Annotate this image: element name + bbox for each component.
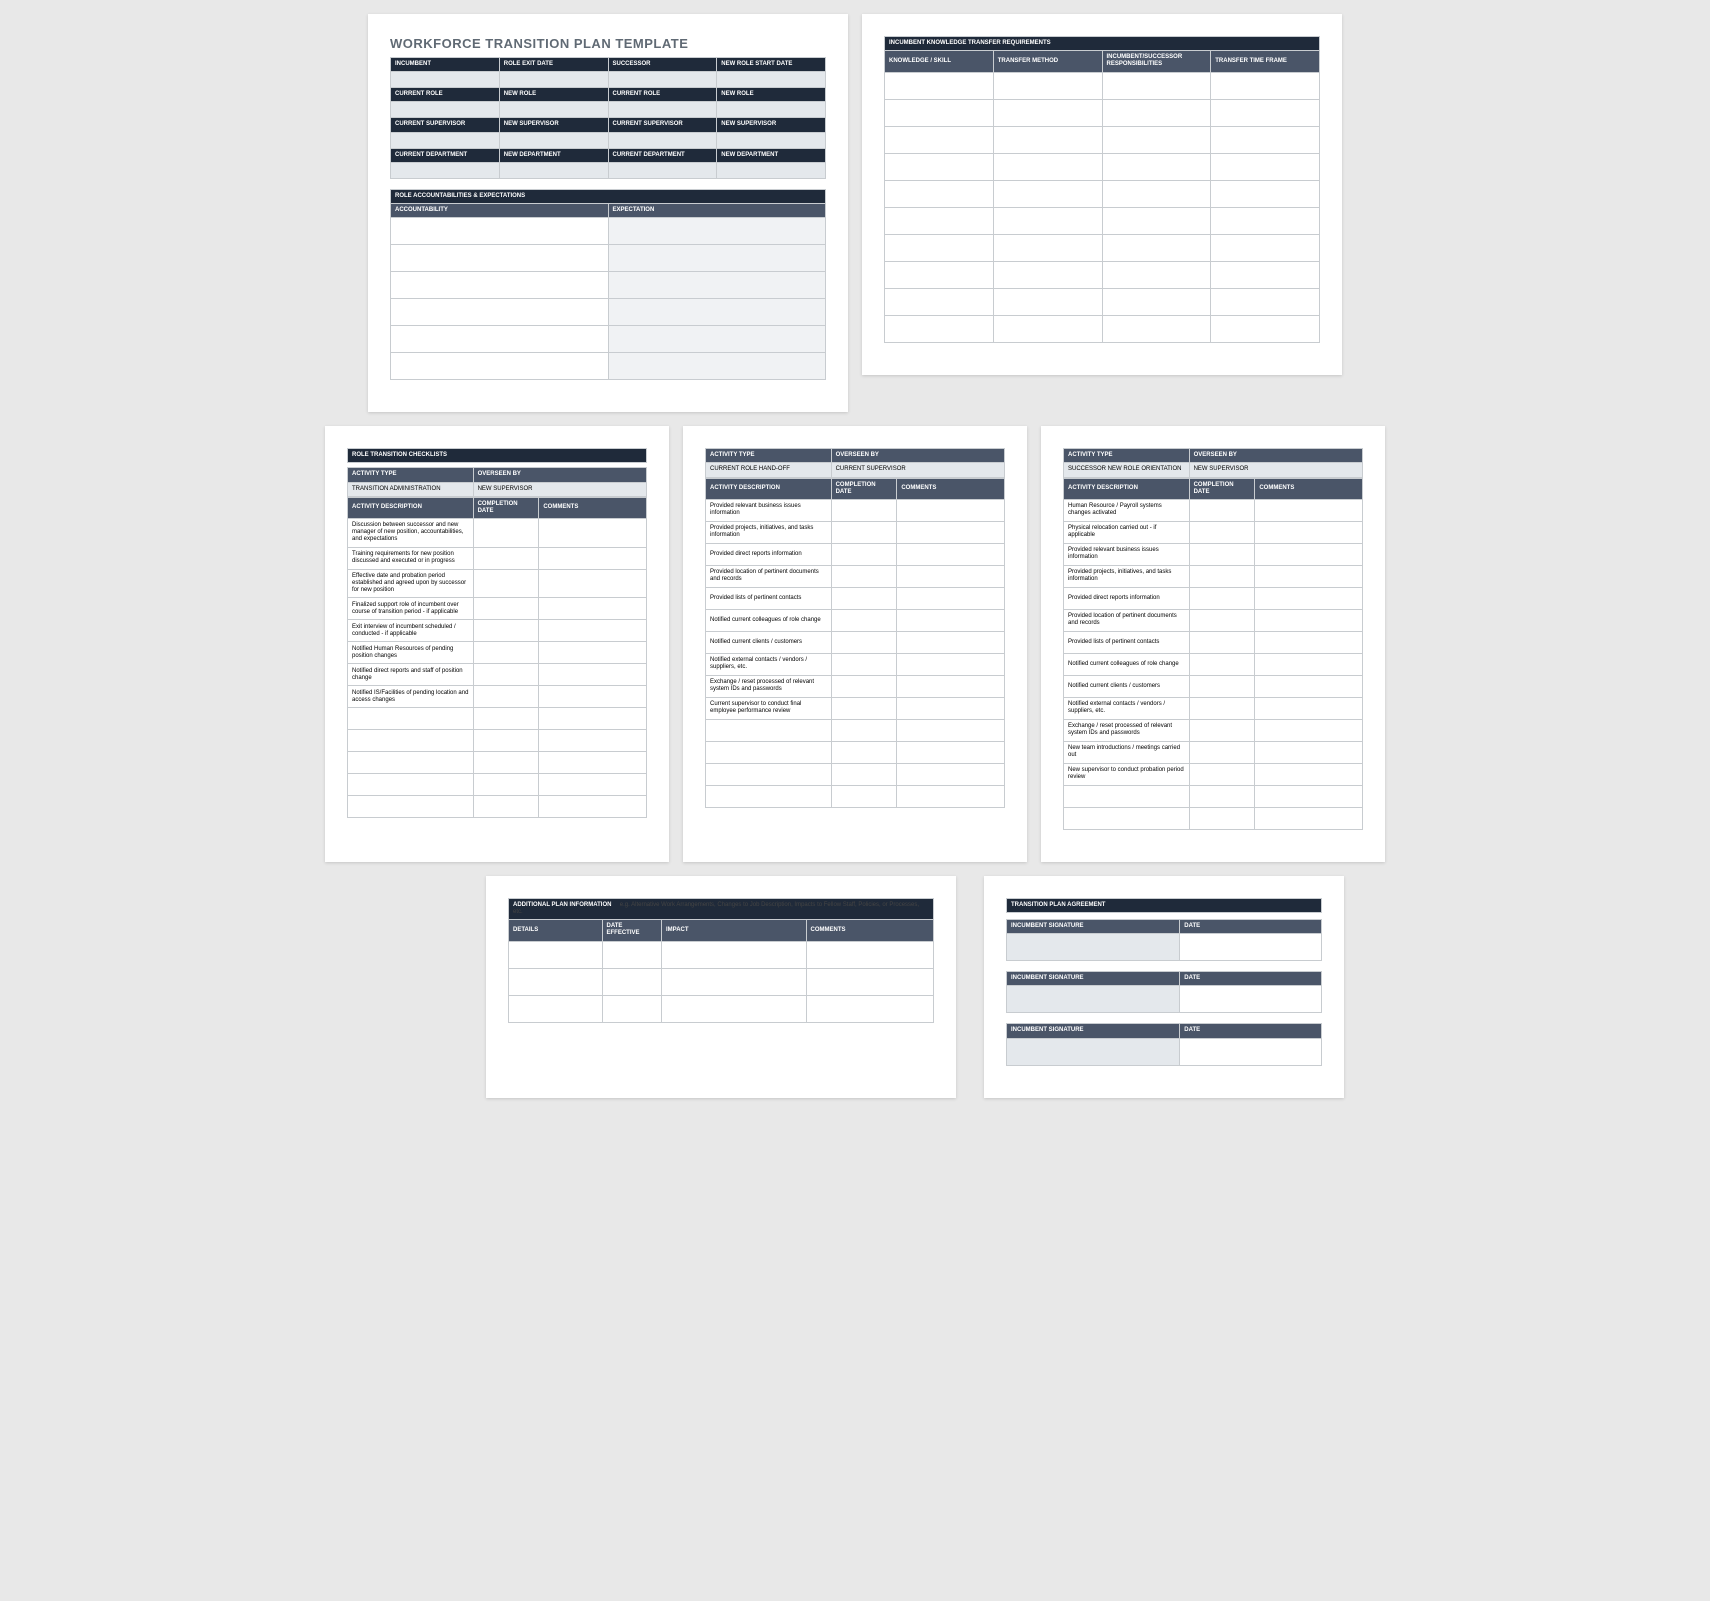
table-row: Physical relocation carried out - if app…	[1064, 521, 1363, 543]
table-row	[1064, 785, 1363, 807]
table-row: Notified current colleagues of role chan…	[706, 609, 1005, 631]
activity-desc: Notified direct reports and staff of pos…	[348, 664, 474, 686]
activity-desc: Exchange / reset processed of relevant s…	[1064, 719, 1190, 741]
page-4: ACTIVITY TYPEOVERSEEN BY CURRENT ROLE HA…	[683, 426, 1027, 862]
col-start-date: NEW ROLE START DATE	[717, 58, 826, 72]
activity-desc: Finalized support role of incumbent over…	[348, 598, 474, 620]
table-row: Notified IS/Facilities of pending locati…	[348, 686, 647, 708]
activity-desc: Provided location of pertinent documents…	[706, 565, 832, 587]
table-row: Provided lists of pertinent contacts	[1064, 631, 1363, 653]
table-row	[348, 708, 647, 730]
table-row: Finalized support role of incumbent over…	[348, 598, 647, 620]
table-row	[706, 741, 1005, 763]
activity-desc: Notified current colleagues of role chan…	[706, 609, 832, 631]
activity-desc: Provided projects, initiatives, and task…	[1064, 565, 1190, 587]
table-row: Notified direct reports and staff of pos…	[348, 664, 647, 686]
col-successor: SUCCESSOR	[608, 58, 717, 72]
table-row: Provided projects, initiatives, and task…	[706, 521, 1005, 543]
checklist-2-items: ACTIVITY DESCRIPTION COMPLETION DATE COM…	[705, 478, 1005, 808]
page-1: WORKFORCE TRANSITION PLAN TEMPLATE INCUM…	[368, 14, 848, 412]
checklist-1: ROLE TRANSITION CHECKLISTS	[347, 448, 647, 463]
table-row: Provided relevant business issues inform…	[1064, 543, 1363, 565]
table-row	[706, 763, 1005, 785]
acct-title: ROLE ACCOUNTABILITIES & EXPECTATIONS	[391, 189, 826, 203]
activity-desc: Exit interview of incumbent scheduled / …	[348, 620, 474, 642]
table-row: Provided location of pertinent documents…	[706, 565, 1005, 587]
table-row	[348, 730, 647, 752]
table-row: Provided direct reports information	[706, 543, 1005, 565]
activity-desc: Current supervisor to conduct final empl…	[706, 697, 832, 719]
activity-desc: Effective date and probation period esta…	[348, 569, 474, 598]
table-row: Exchange / reset processed of relevant s…	[1064, 719, 1363, 741]
table-row: Provided relevant business issues inform…	[706, 499, 1005, 521]
col-exit-date: ROLE EXIT DATE	[499, 58, 608, 72]
activity-desc: Physical relocation carried out - if app…	[1064, 521, 1190, 543]
table-row: Notified external contacts / vendors / s…	[706, 653, 1005, 675]
checklist-3-items: ACTIVITY DESCRIPTION COMPLETION DATE COM…	[1063, 478, 1363, 830]
activity-desc: Provided projects, initiatives, and task…	[706, 521, 832, 543]
page-5: ACTIVITY TYPEOVERSEEN BY SUCCESSOR NEW R…	[1041, 426, 1385, 862]
table-row: Discussion between successor and new man…	[348, 519, 647, 548]
activity-desc: Notified current colleagues of role chan…	[1064, 653, 1190, 675]
activity-desc: Training requirements for new position d…	[348, 547, 474, 569]
activity-desc: Notified Human Resources of pending posi…	[348, 642, 474, 664]
table-row	[348, 774, 647, 796]
table-row: Training requirements for new position d…	[348, 547, 647, 569]
table-row: Exchange / reset processed of relevant s…	[706, 675, 1005, 697]
activity-desc: Discussion between successor and new man…	[348, 519, 474, 548]
page-title: WORKFORCE TRANSITION PLAN TEMPLATE	[390, 36, 826, 51]
activity-desc: Notified current clients / customers	[706, 631, 832, 653]
table-row: Provided location of pertinent documents…	[1064, 609, 1363, 631]
activity-desc: Notified IS/Facilities of pending locati…	[348, 686, 474, 708]
checklist-1-items: ACTIVITY DESCRIPTION COMPLETION DATE COM…	[347, 497, 647, 819]
table-row	[348, 796, 647, 818]
col-incumbent: INCUMBENT	[391, 58, 500, 72]
activity-desc: Human Resource / Payroll systems changes…	[1064, 499, 1190, 521]
table-row: New team introductions / meetings carrie…	[1064, 741, 1363, 763]
table-row: Provided direct reports information	[1064, 587, 1363, 609]
knowledge-transfer-table: INCUMBENT KNOWLEDGE TRANSFER REQUIREMENT…	[884, 36, 1320, 343]
activity-desc: Provided direct reports information	[1064, 587, 1190, 609]
activity-desc: Provided direct reports information	[706, 543, 832, 565]
table-row: Notified current clients / customers	[1064, 675, 1363, 697]
table-row	[348, 752, 647, 774]
table-row: New supervisor to conduct probation peri…	[1064, 763, 1363, 785]
agreement-table: TRANSITION PLAN AGREEMENT	[1006, 898, 1322, 913]
activity-desc: Provided location of pertinent documents…	[1064, 609, 1190, 631]
additional-info-table: ADDITIONAL PLAN INFORMATION e.g. Alterna…	[508, 898, 934, 1023]
table-row: Current supervisor to conduct final empl…	[706, 697, 1005, 719]
page-7: TRANSITION PLAN AGREEMENT INCUMBENT SIGN…	[984, 876, 1344, 1098]
table-row: Human Resource / Payroll systems changes…	[1064, 499, 1363, 521]
page-3: ROLE TRANSITION CHECKLISTS ACTIVITY TYPE…	[325, 426, 669, 862]
table-row: Provided projects, initiatives, and task…	[1064, 565, 1363, 587]
activity-desc: Provided lists of pertinent contacts	[706, 587, 832, 609]
activity-desc: Provided lists of pertinent contacts	[1064, 631, 1190, 653]
activity-desc: Notified external contacts / vendors / s…	[1064, 697, 1190, 719]
page-2: INCUMBENT KNOWLEDGE TRANSFER REQUIREMENT…	[862, 14, 1342, 375]
activity-desc: Notified current clients / customers	[1064, 675, 1190, 697]
table-row: Notified external contacts / vendors / s…	[1064, 697, 1363, 719]
table-row: Notified current clients / customers	[706, 631, 1005, 653]
table-row	[706, 719, 1005, 741]
addl-title: ADDITIONAL PLAN INFORMATION	[513, 902, 611, 908]
basic-info-table: INCUMBENT ROLE EXIT DATE SUCCESSOR NEW R…	[390, 57, 826, 179]
table-row	[706, 785, 1005, 807]
activity-desc: Provided relevant business issues inform…	[1064, 543, 1190, 565]
activity-desc: Notified external contacts / vendors / s…	[706, 653, 832, 675]
activity-desc: New team introductions / meetings carrie…	[1064, 741, 1190, 763]
table-row: Notified Human Resources of pending posi…	[348, 642, 647, 664]
activity-desc: Provided relevant business issues inform…	[706, 499, 832, 521]
page-6: ADDITIONAL PLAN INFORMATION e.g. Alterna…	[486, 876, 956, 1098]
table-row: Effective date and probation period esta…	[348, 569, 647, 598]
table-row: Notified current colleagues of role chan…	[1064, 653, 1363, 675]
activity-desc: New supervisor to conduct probation peri…	[1064, 763, 1190, 785]
table-row: Provided lists of pertinent contacts	[706, 587, 1005, 609]
table-row: Exit interview of incumbent scheduled / …	[348, 620, 647, 642]
activity-desc: Exchange / reset processed of relevant s…	[706, 675, 832, 697]
accountabilities-table: ROLE ACCOUNTABILITIES & EXPECTATIONS ACC…	[390, 189, 826, 380]
table-row	[1064, 807, 1363, 829]
